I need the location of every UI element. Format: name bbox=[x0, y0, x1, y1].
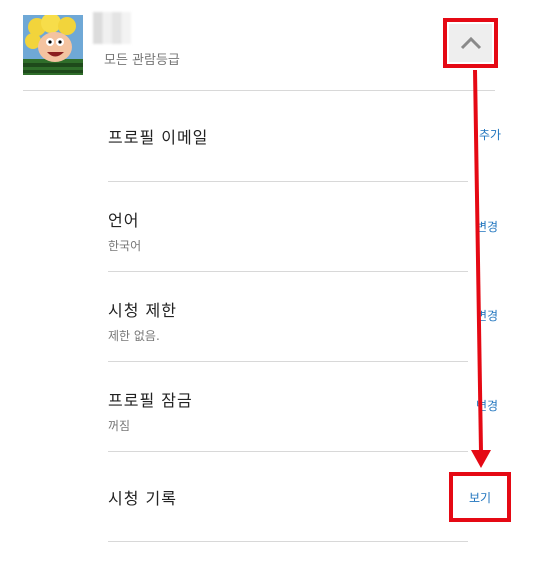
setting-row-viewing-activity: 시청 기록 bbox=[108, 485, 468, 509]
profile-name-redacted bbox=[93, 12, 131, 44]
setting-row-profile-lock: 프로필 잠금 꺼짐 bbox=[108, 387, 468, 434]
setting-value: 한국어 bbox=[108, 239, 142, 253]
view-activity-link[interactable]: 보기 bbox=[449, 472, 511, 522]
setting-title: 시청 제한 bbox=[108, 301, 177, 320]
change-language-link[interactable]: 변경 bbox=[476, 218, 499, 235]
add-email-link[interactable]: 추가 bbox=[479, 126, 502, 143]
maturity-rating: 모든 관람등급 bbox=[104, 53, 180, 68]
row-divider bbox=[108, 541, 468, 542]
setting-title: 시청 기록 bbox=[108, 489, 177, 508]
setting-title: 프로필 잠금 bbox=[108, 391, 193, 410]
collapse-button-bg bbox=[449, 24, 492, 62]
row-divider bbox=[108, 181, 468, 182]
header-divider bbox=[23, 90, 495, 91]
setting-value: 꺼짐 bbox=[108, 419, 131, 433]
setting-row-language: 언어 한국어 bbox=[108, 207, 468, 254]
change-restrictions-link[interactable]: 변경 bbox=[476, 307, 499, 324]
setting-row-email: 프로필 이메일 bbox=[108, 124, 468, 148]
profile-avatar bbox=[23, 15, 83, 75]
collapse-button[interactable] bbox=[443, 18, 498, 68]
row-divider bbox=[108, 271, 468, 272]
row-divider bbox=[108, 451, 468, 452]
view-activity-label: 보기 bbox=[468, 490, 492, 505]
row-divider bbox=[108, 361, 468, 362]
setting-row-restrictions: 시청 제한 제한 없음. bbox=[108, 297, 468, 344]
change-profile-lock-link[interactable]: 변경 bbox=[476, 397, 499, 414]
setting-value: 제한 없음. bbox=[108, 329, 160, 343]
chevron-up-icon bbox=[460, 36, 481, 50]
setting-title: 언어 bbox=[108, 211, 140, 230]
setting-title: 프로필 이메일 bbox=[108, 128, 209, 147]
